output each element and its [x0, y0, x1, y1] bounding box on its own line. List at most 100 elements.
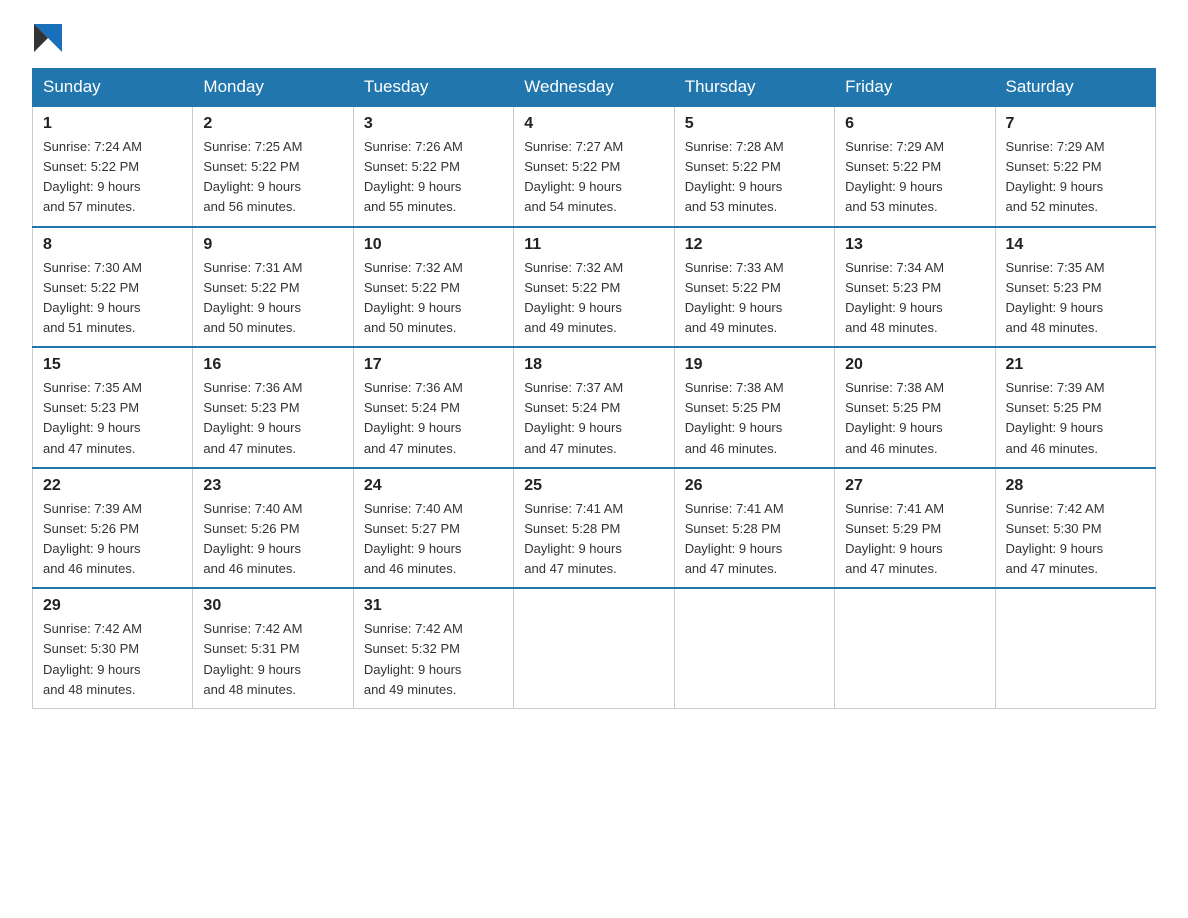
day-cell: 20 Sunrise: 7:38 AMSunset: 5:25 PMDaylig… [835, 347, 995, 468]
calendar-table: SundayMondayTuesdayWednesdayThursdayFrid… [32, 68, 1156, 709]
week-row-5: 29 Sunrise: 7:42 AMSunset: 5:30 PMDaylig… [33, 588, 1156, 708]
day-number: 26 [685, 477, 824, 495]
day-info: Sunrise: 7:28 AMSunset: 5:22 PMDaylight:… [685, 139, 784, 214]
day-info: Sunrise: 7:34 AMSunset: 5:23 PMDaylight:… [845, 260, 944, 335]
logo [32, 24, 64, 52]
day-number: 27 [845, 477, 984, 495]
day-number: 30 [203, 597, 342, 615]
week-row-2: 8 Sunrise: 7:30 AMSunset: 5:22 PMDayligh… [33, 227, 1156, 348]
day-cell: 27 Sunrise: 7:41 AMSunset: 5:29 PMDaylig… [835, 468, 995, 589]
day-info: Sunrise: 7:30 AMSunset: 5:22 PMDaylight:… [43, 260, 142, 335]
day-cell: 16 Sunrise: 7:36 AMSunset: 5:23 PMDaylig… [193, 347, 353, 468]
week-row-4: 22 Sunrise: 7:39 AMSunset: 5:26 PMDaylig… [33, 468, 1156, 589]
calendar-header: SundayMondayTuesdayWednesdayThursdayFrid… [33, 69, 1156, 107]
day-number: 2 [203, 115, 342, 133]
day-cell: 5 Sunrise: 7:28 AMSunset: 5:22 PMDayligh… [674, 106, 834, 227]
day-number: 15 [43, 356, 182, 374]
header-monday: Monday [193, 69, 353, 107]
header-wednesday: Wednesday [514, 69, 674, 107]
day-number: 25 [524, 477, 663, 495]
day-cell: 7 Sunrise: 7:29 AMSunset: 5:22 PMDayligh… [995, 106, 1155, 227]
day-cell: 2 Sunrise: 7:25 AMSunset: 5:22 PMDayligh… [193, 106, 353, 227]
header-saturday: Saturday [995, 69, 1155, 107]
day-info: Sunrise: 7:35 AMSunset: 5:23 PMDaylight:… [43, 380, 142, 455]
day-cell [514, 588, 674, 708]
day-cell: 11 Sunrise: 7:32 AMSunset: 5:22 PMDaylig… [514, 227, 674, 348]
day-info: Sunrise: 7:40 AMSunset: 5:27 PMDaylight:… [364, 501, 463, 576]
day-number: 13 [845, 236, 984, 254]
day-number: 22 [43, 477, 182, 495]
day-info: Sunrise: 7:42 AMSunset: 5:32 PMDaylight:… [364, 621, 463, 696]
day-info: Sunrise: 7:37 AMSunset: 5:24 PMDaylight:… [524, 380, 623, 455]
day-info: Sunrise: 7:38 AMSunset: 5:25 PMDaylight:… [685, 380, 784, 455]
day-info: Sunrise: 7:24 AMSunset: 5:22 PMDaylight:… [43, 139, 142, 214]
page-header [32, 24, 1156, 52]
day-number: 11 [524, 236, 663, 254]
day-info: Sunrise: 7:42 AMSunset: 5:30 PMDaylight:… [1006, 501, 1105, 576]
week-row-3: 15 Sunrise: 7:35 AMSunset: 5:23 PMDaylig… [33, 347, 1156, 468]
header-friday: Friday [835, 69, 995, 107]
day-cell [995, 588, 1155, 708]
day-number: 5 [685, 115, 824, 133]
day-number: 4 [524, 115, 663, 133]
day-cell: 30 Sunrise: 7:42 AMSunset: 5:31 PMDaylig… [193, 588, 353, 708]
day-info: Sunrise: 7:38 AMSunset: 5:25 PMDaylight:… [845, 380, 944, 455]
day-info: Sunrise: 7:25 AMSunset: 5:22 PMDaylight:… [203, 139, 302, 214]
day-cell: 28 Sunrise: 7:42 AMSunset: 5:30 PMDaylig… [995, 468, 1155, 589]
day-cell: 6 Sunrise: 7:29 AMSunset: 5:22 PMDayligh… [835, 106, 995, 227]
day-info: Sunrise: 7:29 AMSunset: 5:22 PMDaylight:… [1006, 139, 1105, 214]
day-cell: 26 Sunrise: 7:41 AMSunset: 5:28 PMDaylig… [674, 468, 834, 589]
day-info: Sunrise: 7:32 AMSunset: 5:22 PMDaylight:… [524, 260, 623, 335]
day-cell: 24 Sunrise: 7:40 AMSunset: 5:27 PMDaylig… [353, 468, 513, 589]
day-cell: 18 Sunrise: 7:37 AMSunset: 5:24 PMDaylig… [514, 347, 674, 468]
day-number: 28 [1006, 477, 1145, 495]
header-tuesday: Tuesday [353, 69, 513, 107]
header-sunday: Sunday [33, 69, 193, 107]
day-info: Sunrise: 7:41 AMSunset: 5:28 PMDaylight:… [524, 501, 623, 576]
day-number: 24 [364, 477, 503, 495]
day-cell: 9 Sunrise: 7:31 AMSunset: 5:22 PMDayligh… [193, 227, 353, 348]
day-number: 1 [43, 115, 182, 133]
day-number: 31 [364, 597, 503, 615]
day-info: Sunrise: 7:42 AMSunset: 5:30 PMDaylight:… [43, 621, 142, 696]
day-number: 29 [43, 597, 182, 615]
day-cell: 13 Sunrise: 7:34 AMSunset: 5:23 PMDaylig… [835, 227, 995, 348]
day-number: 9 [203, 236, 342, 254]
day-info: Sunrise: 7:26 AMSunset: 5:22 PMDaylight:… [364, 139, 463, 214]
day-cell: 1 Sunrise: 7:24 AMSunset: 5:22 PMDayligh… [33, 106, 193, 227]
day-info: Sunrise: 7:27 AMSunset: 5:22 PMDaylight:… [524, 139, 623, 214]
day-number: 18 [524, 356, 663, 374]
day-number: 19 [685, 356, 824, 374]
day-cell: 23 Sunrise: 7:40 AMSunset: 5:26 PMDaylig… [193, 468, 353, 589]
day-number: 3 [364, 115, 503, 133]
day-info: Sunrise: 7:31 AMSunset: 5:22 PMDaylight:… [203, 260, 302, 335]
day-info: Sunrise: 7:40 AMSunset: 5:26 PMDaylight:… [203, 501, 302, 576]
day-number: 17 [364, 356, 503, 374]
day-cell [835, 588, 995, 708]
day-info: Sunrise: 7:36 AMSunset: 5:23 PMDaylight:… [203, 380, 302, 455]
day-cell: 31 Sunrise: 7:42 AMSunset: 5:32 PMDaylig… [353, 588, 513, 708]
day-info: Sunrise: 7:32 AMSunset: 5:22 PMDaylight:… [364, 260, 463, 335]
day-cell: 17 Sunrise: 7:36 AMSunset: 5:24 PMDaylig… [353, 347, 513, 468]
day-info: Sunrise: 7:39 AMSunset: 5:25 PMDaylight:… [1006, 380, 1105, 455]
logo-icon [34, 24, 62, 52]
week-row-1: 1 Sunrise: 7:24 AMSunset: 5:22 PMDayligh… [33, 106, 1156, 227]
day-cell: 21 Sunrise: 7:39 AMSunset: 5:25 PMDaylig… [995, 347, 1155, 468]
header-thursday: Thursday [674, 69, 834, 107]
day-info: Sunrise: 7:35 AMSunset: 5:23 PMDaylight:… [1006, 260, 1105, 335]
day-info: Sunrise: 7:39 AMSunset: 5:26 PMDaylight:… [43, 501, 142, 576]
day-cell: 10 Sunrise: 7:32 AMSunset: 5:22 PMDaylig… [353, 227, 513, 348]
day-number: 8 [43, 236, 182, 254]
day-number: 21 [1006, 356, 1145, 374]
day-cell: 4 Sunrise: 7:27 AMSunset: 5:22 PMDayligh… [514, 106, 674, 227]
day-cell: 8 Sunrise: 7:30 AMSunset: 5:22 PMDayligh… [33, 227, 193, 348]
day-cell: 29 Sunrise: 7:42 AMSunset: 5:30 PMDaylig… [33, 588, 193, 708]
day-info: Sunrise: 7:42 AMSunset: 5:31 PMDaylight:… [203, 621, 302, 696]
day-cell: 25 Sunrise: 7:41 AMSunset: 5:28 PMDaylig… [514, 468, 674, 589]
day-cell: 3 Sunrise: 7:26 AMSunset: 5:22 PMDayligh… [353, 106, 513, 227]
day-cell: 19 Sunrise: 7:38 AMSunset: 5:25 PMDaylig… [674, 347, 834, 468]
day-number: 23 [203, 477, 342, 495]
day-number: 12 [685, 236, 824, 254]
day-cell: 12 Sunrise: 7:33 AMSunset: 5:22 PMDaylig… [674, 227, 834, 348]
day-cell [674, 588, 834, 708]
